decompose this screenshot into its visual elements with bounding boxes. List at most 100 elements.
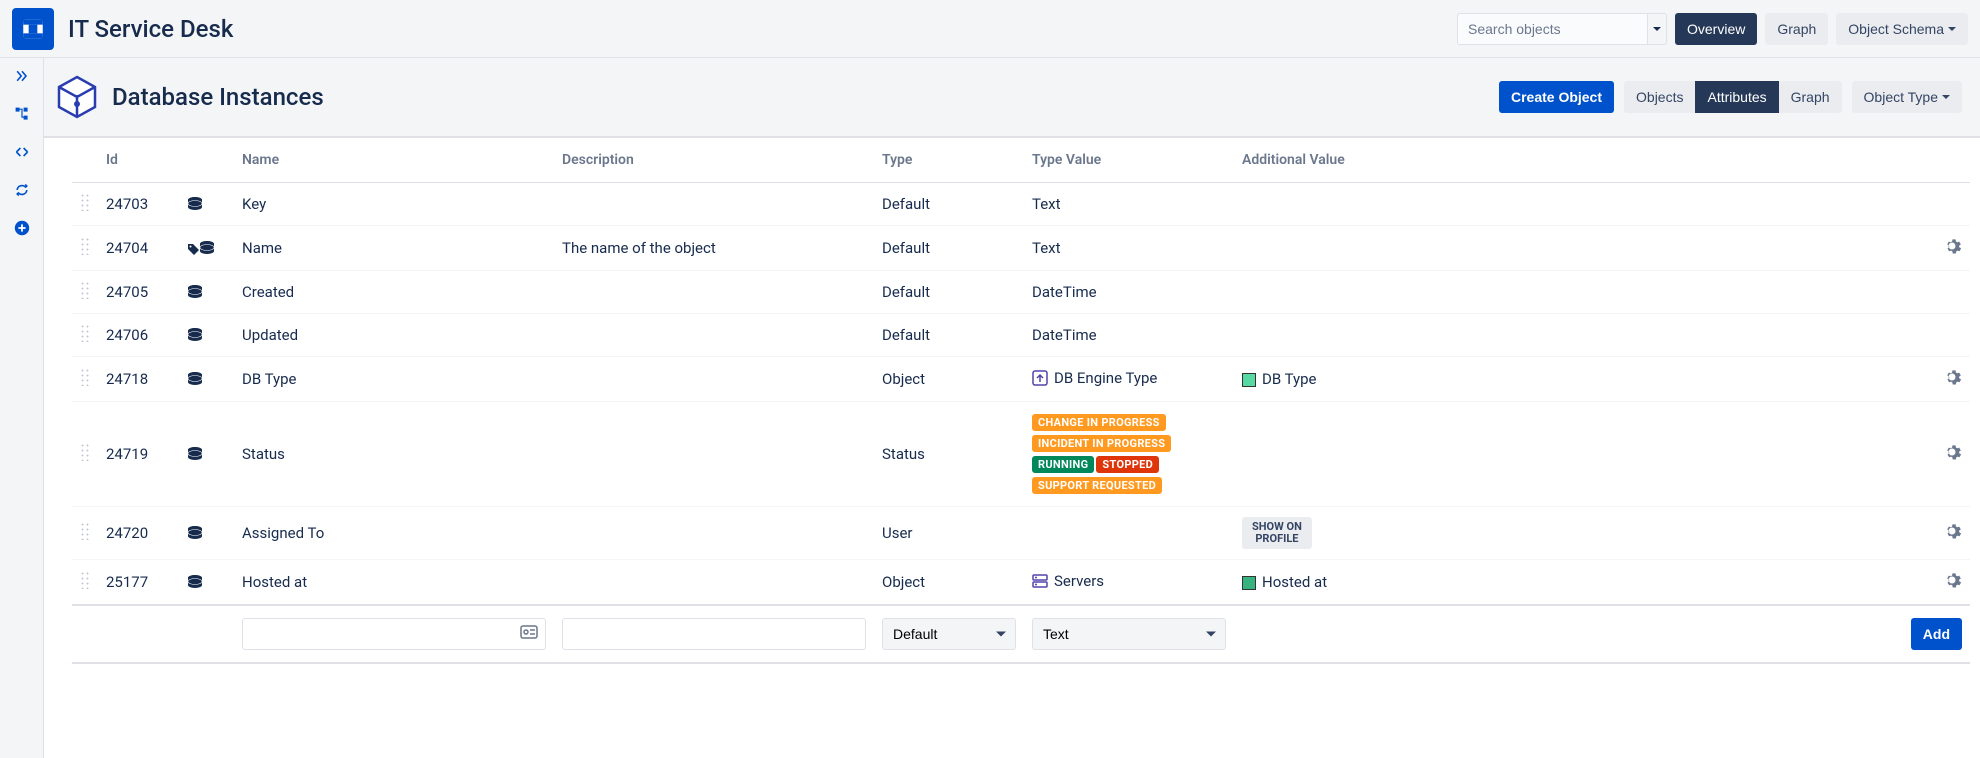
search-objects[interactable] <box>1457 13 1667 45</box>
cell-description[interactable] <box>554 507 874 560</box>
col-type: Type <box>874 138 1024 183</box>
collapse-icon[interactable] <box>12 142 32 162</box>
cell-additional-value <box>1234 271 1903 314</box>
col-id: Id <box>98 138 178 183</box>
gear-icon[interactable] <box>1942 242 1962 260</box>
cell-id: 24706 <box>98 314 178 357</box>
sync-icon[interactable] <box>12 180 32 200</box>
cell-description[interactable] <box>554 271 874 314</box>
drag-handle-icon[interactable] <box>80 368 90 386</box>
status-badge: CHANGE IN PROGRESS <box>1032 414 1166 431</box>
add-attribute-row: Default Text Add <box>72 605 1970 663</box>
search-dropdown-toggle[interactable] <box>1647 13 1667 45</box>
database-icon <box>198 240 216 258</box>
database-icon <box>186 327 204 345</box>
tab-graph[interactable]: Graph <box>1779 81 1842 113</box>
table-row: 24706UpdatedDefaultDateTime <box>72 314 1970 357</box>
color-chip <box>1242 373 1256 387</box>
drag-handle-icon[interactable] <box>80 237 90 255</box>
object-type-icon <box>52 72 102 122</box>
table-row: 24704NameThe name of the objectDefaultTe… <box>72 226 1970 271</box>
add-icon[interactable] <box>12 218 32 238</box>
cell-id: 25177 <box>98 560 178 606</box>
new-name-input[interactable] <box>242 618 546 650</box>
cell-name[interactable]: Created <box>234 271 554 314</box>
drag-handle-icon[interactable] <box>80 193 90 211</box>
cell-type-value: Text <box>1024 183 1234 226</box>
cell-type-value: DateTime <box>1024 314 1234 357</box>
drag-handle-icon[interactable] <box>80 571 90 589</box>
drag-handle-icon[interactable] <box>80 443 90 461</box>
cell-type: Status <box>874 402 1024 507</box>
cell-name[interactable]: Updated <box>234 314 554 357</box>
cell-name[interactable]: Key <box>234 183 554 226</box>
new-description-input[interactable] <box>562 618 866 650</box>
database-icon <box>186 574 204 592</box>
table-row: 25177Hosted atObjectServersHosted at <box>72 560 1970 606</box>
sub-header: Database Instances Create Object Objects… <box>44 58 1980 138</box>
tab-objects[interactable]: Objects <box>1624 81 1695 113</box>
new-type-value-select[interactable]: Text <box>1032 618 1226 650</box>
status-badge: INCIDENT IN PROGRESS <box>1032 435 1171 452</box>
cell-type-value: DateTime <box>1024 271 1234 314</box>
gear-icon[interactable] <box>1942 527 1962 545</box>
graph-button[interactable]: Graph <box>1765 13 1828 45</box>
table-row: 24718DB TypeObjectDB Engine TypeDB Type <box>72 357 1970 402</box>
cell-description[interactable] <box>554 357 874 402</box>
database-icon <box>186 525 204 543</box>
gear-icon[interactable] <box>1942 576 1962 594</box>
show-on-profile-badge: SHOW ONPROFILE <box>1242 517 1312 549</box>
new-type-select[interactable]: Default <box>882 618 1016 650</box>
top-bar: IT Service Desk Overview Graph Object Sc… <box>0 0 1980 58</box>
gear-icon[interactable] <box>1942 373 1962 391</box>
cell-additional-value: SHOW ONPROFILE <box>1234 507 1903 560</box>
cell-additional-value <box>1234 183 1903 226</box>
object-type-dropdown[interactable]: Object Type <box>1852 81 1962 113</box>
cell-type-value: Text <box>1024 226 1234 271</box>
cell-type-value: Servers <box>1024 560 1234 606</box>
cell-name[interactable]: Hosted at <box>234 560 554 606</box>
cell-type: Default <box>874 183 1024 226</box>
cell-additional-value <box>1234 226 1903 271</box>
cell-name[interactable]: Assigned To <box>234 507 554 560</box>
cell-id: 24704 <box>98 226 178 271</box>
search-input[interactable] <box>1457 13 1647 45</box>
drag-handle-icon[interactable] <box>80 281 90 299</box>
table-row: 24720Assigned ToUserSHOW ONPROFILE <box>72 507 1970 560</box>
cell-type-value: CHANGE IN PROGRESS INCIDENT IN PROGRESS RU… <box>1024 402 1234 507</box>
col-additional-value: Additional Value <box>1234 138 1903 183</box>
app-logo <box>12 8 54 50</box>
overview-button[interactable]: Overview <box>1675 13 1757 45</box>
cell-type-value: DB Engine Type <box>1024 357 1234 402</box>
add-button[interactable]: Add <box>1911 618 1962 650</box>
cell-description[interactable] <box>554 183 874 226</box>
drag-handle-icon[interactable] <box>80 324 90 342</box>
status-badge: RUNNING <box>1032 456 1094 473</box>
tab-attributes[interactable]: Attributes <box>1695 81 1778 113</box>
cell-description[interactable] <box>554 314 874 357</box>
cell-id: 24719 <box>98 402 178 507</box>
caret-down-icon <box>1653 27 1661 31</box>
color-chip <box>1242 576 1256 590</box>
create-object-button[interactable]: Create Object <box>1499 81 1614 113</box>
status-badge: SUPPORT REQUESTED <box>1032 477 1162 494</box>
tree-icon[interactable] <box>12 104 32 124</box>
cell-description[interactable]: The name of the object <box>554 226 874 271</box>
object-schema-dropdown[interactable]: Object Schema <box>1836 13 1968 45</box>
table-row: 24703KeyDefaultText <box>72 183 1970 226</box>
expand-icon[interactable] <box>12 66 32 86</box>
drag-handle-icon[interactable] <box>80 522 90 540</box>
cell-additional-value: Hosted at <box>1234 560 1903 606</box>
cell-name[interactable]: Status <box>234 402 554 507</box>
gear-icon[interactable] <box>1942 448 1962 466</box>
cell-type: Object <box>874 357 1024 402</box>
cell-name[interactable]: DB Type <box>234 357 554 402</box>
cell-description[interactable] <box>554 560 874 606</box>
cell-type: Object <box>874 560 1024 606</box>
cell-description[interactable] <box>554 402 874 507</box>
caret-down-icon <box>1942 95 1950 99</box>
cell-name[interactable]: Name <box>234 226 554 271</box>
cell-id: 24705 <box>98 271 178 314</box>
cell-type: User <box>874 507 1024 560</box>
status-badge: STOPPED <box>1096 456 1159 473</box>
